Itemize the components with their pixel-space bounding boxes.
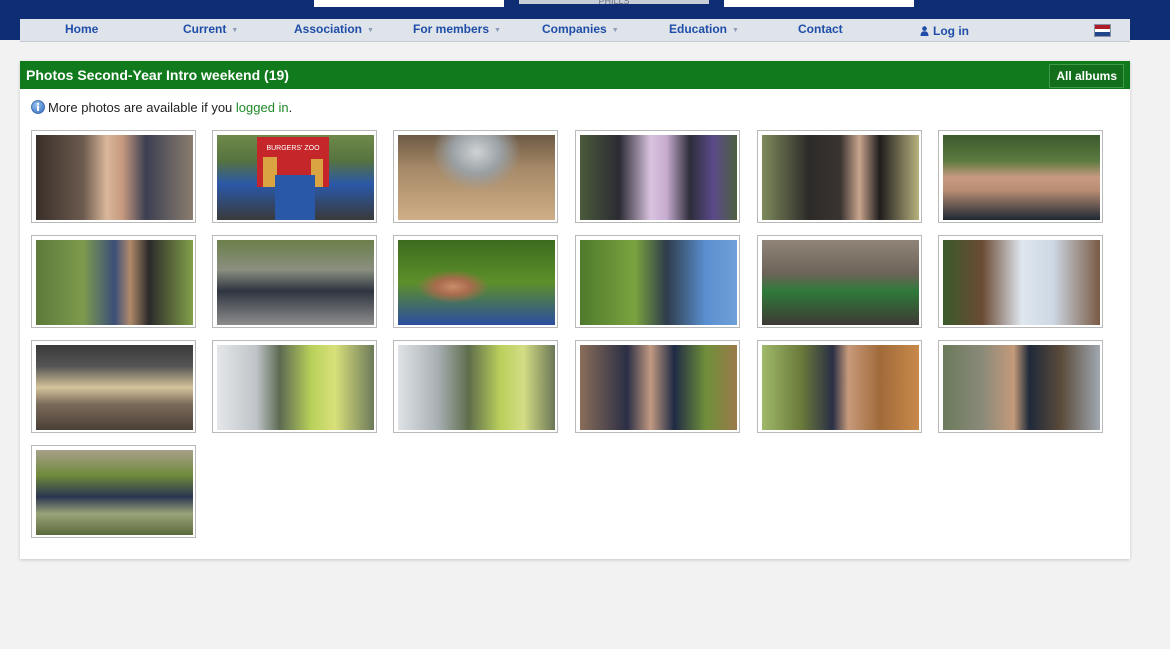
photo-image xyxy=(36,135,193,220)
nav-item-education[interactable]: Education ▼ xyxy=(669,19,739,41)
photo-thumbnail[interactable] xyxy=(938,130,1103,223)
photo-image xyxy=(943,135,1100,220)
nav-item-contact[interactable]: Contact xyxy=(798,19,843,41)
login-label: Log in xyxy=(933,24,969,38)
caret-down-icon: ▼ xyxy=(732,27,739,34)
nav-item-label: Education xyxy=(669,22,728,36)
login-notice: More photos are available if you logged … xyxy=(31,100,292,115)
photo-image: BURGERS' ZOO xyxy=(217,135,374,220)
photo-thumbnail[interactable] xyxy=(938,340,1103,433)
photo-image xyxy=(36,345,193,430)
photo-image xyxy=(398,240,555,325)
login-link[interactable]: Log in xyxy=(920,19,969,41)
nav-item-association[interactable]: Association ▼ xyxy=(294,19,374,41)
notice-suffix: . xyxy=(288,100,293,115)
nav-item-label: For members xyxy=(413,22,490,36)
info-icon xyxy=(31,100,45,114)
partner-banner[interactable] xyxy=(724,0,914,7)
nav-item-label: Home xyxy=(65,22,99,36)
photo-thumbnail[interactable] xyxy=(212,235,377,328)
photo-image xyxy=(762,345,919,430)
photo-image xyxy=(943,240,1100,325)
main-navigation: Home Current ▼ Association ▼ For members ▼ … xyxy=(20,19,1130,42)
logged-in-link[interactable]: logged in xyxy=(236,100,289,115)
nav-item-for-members[interactable]: For members ▼ xyxy=(413,19,501,41)
photo-thumbnail[interactable] xyxy=(212,340,377,433)
zoo-sign-text: BURGERS' ZOO xyxy=(266,145,320,152)
photo-thumbnail[interactable] xyxy=(31,130,196,223)
caret-down-icon: ▼ xyxy=(231,27,239,34)
photo-thumbnail[interactable] xyxy=(938,235,1103,328)
nav-item-label: Current xyxy=(183,22,227,36)
all-albums-button[interactable]: All albums xyxy=(1049,64,1124,88)
photo-image xyxy=(217,345,374,430)
photo-thumbnail[interactable] xyxy=(757,130,922,223)
caret-down-icon: ▼ xyxy=(367,27,374,34)
nav-item-label: Contact xyxy=(798,22,843,36)
photo-thumbnail[interactable] xyxy=(757,235,922,328)
photo-image xyxy=(943,345,1100,430)
photo-thumbnail[interactable] xyxy=(575,130,740,223)
photo-thumbnail[interactable]: BURGERS' ZOO xyxy=(212,130,377,223)
dutch-flag-icon[interactable] xyxy=(1094,24,1111,37)
photo-image xyxy=(762,240,919,325)
photo-thumbnail[interactable] xyxy=(575,340,740,433)
nav-item-home[interactable]: Home xyxy=(65,19,98,41)
photo-image xyxy=(217,240,374,325)
photo-image xyxy=(36,450,193,535)
photo-thumbnail[interactable] xyxy=(757,340,922,433)
photo-image xyxy=(36,240,193,325)
photo-image xyxy=(580,345,737,430)
nav-item-label: Association xyxy=(294,22,363,36)
photo-image xyxy=(398,135,555,220)
page-title: Photos Second-Year Intro weekend (19) xyxy=(26,67,289,83)
notice-text: More photos are available if you xyxy=(48,100,236,115)
album-panel: Photos Second-Year Intro weekend (19) Al… xyxy=(20,61,1130,559)
photo-image xyxy=(580,135,737,220)
album-header: Photos Second-Year Intro weekend (19) Al… xyxy=(20,61,1130,89)
photo-image xyxy=(762,135,919,220)
nav-item-label: Companies xyxy=(542,22,607,36)
photo-thumbnail[interactable] xyxy=(31,235,196,328)
caret-down-icon: ▼ xyxy=(494,27,501,34)
photo-thumbnail[interactable] xyxy=(575,235,740,328)
photo-image xyxy=(580,240,737,325)
user-icon xyxy=(920,26,929,36)
photo-thumbnail[interactable] xyxy=(31,445,196,538)
caret-down-icon: ▼ xyxy=(611,27,619,34)
partner-banner[interactable]: PHILLS xyxy=(519,0,709,4)
nav-item-companies[interactable]: Companies ▼ xyxy=(542,19,619,41)
photo-thumbnail[interactable] xyxy=(393,130,558,223)
nav-item-current[interactable]: Current ▼ xyxy=(183,19,238,41)
photo-thumbnail[interactable] xyxy=(393,235,558,328)
partner-banner[interactable] xyxy=(314,0,504,7)
photo-image xyxy=(398,345,555,430)
photo-thumbnail[interactable] xyxy=(393,340,558,433)
zoo-sign-graphic: BURGERS' ZOO xyxy=(257,137,329,220)
photo-thumbnail[interactable] xyxy=(31,340,196,433)
